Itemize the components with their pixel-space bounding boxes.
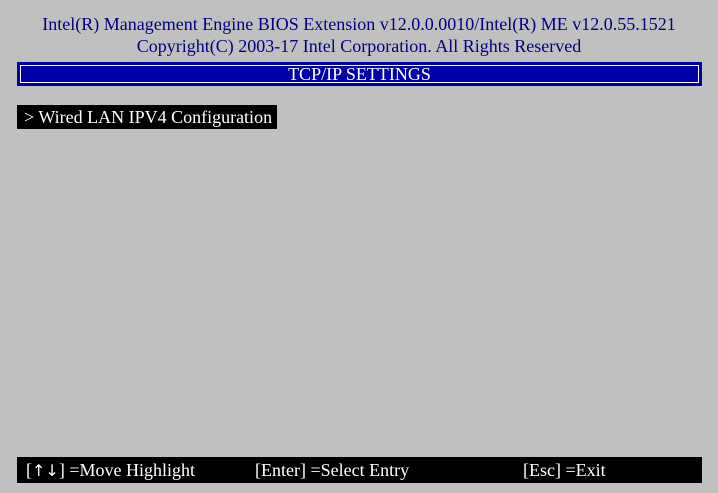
- hint-key-enter: [Enter]: [255, 460, 306, 480]
- menu-item-wired-lan-ipv4-configuration[interactable]: > Wired LAN IPV4 Configuration: [17, 105, 278, 129]
- bios-version-header: Intel(R) Management Engine BIOS Extensio…: [42, 14, 676, 34]
- copyright-header: Copyright(C) 2003-17 Intel Corporation. …: [136, 36, 582, 56]
- hint-key-esc: [Esc]: [523, 460, 561, 480]
- page-title: TCP/IP SETTINGS: [288, 64, 431, 84]
- hint-move-highlight: [↑↓] =Move Highlight: [26, 457, 195, 484]
- mebx-screen: Intel(R) Management Engine BIOS Extensio…: [0, 0, 718, 493]
- hint-action-select-entry: =Select Entry: [305, 460, 410, 480]
- hint-action-move-highlight: =Move Highlight: [64, 460, 195, 480]
- hint-select-entry: [Enter] =Select Entry: [255, 457, 409, 483]
- hint-exit: [Esc] =Exit: [523, 457, 606, 483]
- up-down-arrow-icon: ↑↓: [32, 461, 59, 480]
- page-title-bar: TCP/IP SETTINGS: [17, 62, 702, 86]
- hint-action-exit: =Exit: [560, 460, 606, 480]
- key-hint-bar: [↑↓] =Move Highlight [Enter] =Select Ent…: [17, 457, 702, 483]
